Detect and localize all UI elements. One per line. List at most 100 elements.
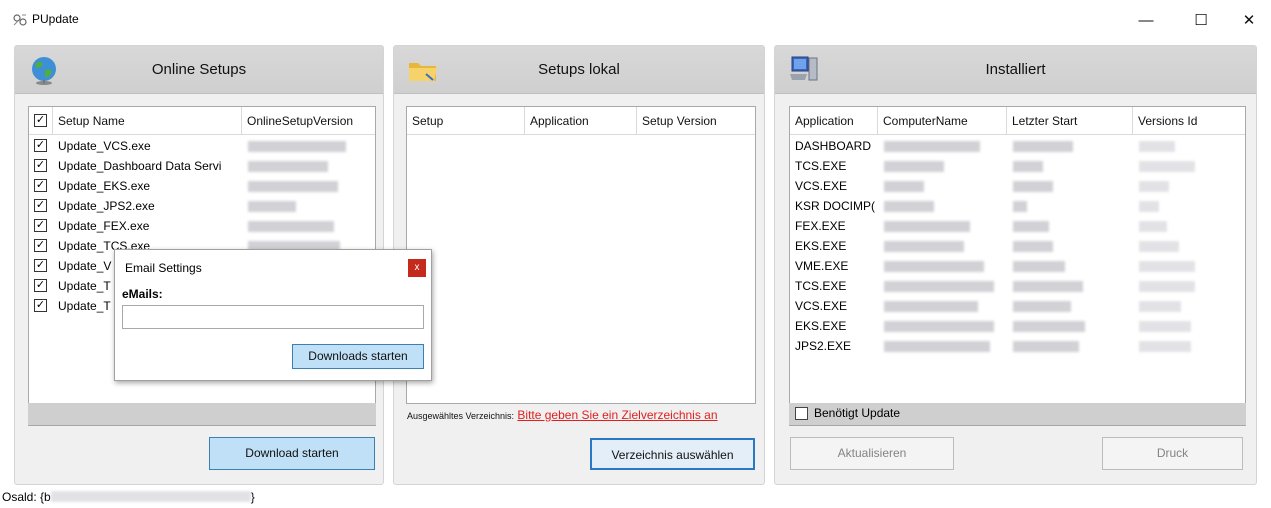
row-checkbox[interactable]: ✓ — [34, 299, 47, 312]
redacted-value — [248, 221, 334, 232]
select-all-header[interactable]: ✓ — [29, 107, 53, 135]
last-start-cell — [1007, 276, 1133, 296]
table-row[interactable]: VCS.EXE — [790, 176, 1245, 196]
redacted-value — [1139, 301, 1181, 312]
row-checkbox[interactable]: ✓ — [34, 279, 47, 292]
redacted-value — [1013, 301, 1071, 312]
row-checkbox[interactable]: ✓ — [34, 259, 47, 272]
minimize-button[interactable]: — — [1123, 0, 1169, 40]
computer-name-cell — [878, 156, 1007, 176]
local-setups-grid[interactable]: Setup Application Setup Version — [406, 106, 756, 404]
status-text: Osald: {b} — [2, 490, 255, 504]
column-header-setup-version[interactable]: Setup Version — [637, 107, 755, 135]
dialog-close-button[interactable]: x — [408, 259, 426, 277]
redacted-value — [1139, 321, 1191, 332]
version-id-cell — [1133, 296, 1245, 316]
app-icon — [13, 14, 27, 26]
computer-name-cell — [878, 336, 1007, 356]
redacted-value — [248, 141, 346, 152]
print-button[interactable]: Druck — [1102, 437, 1243, 470]
column-header-application[interactable]: Application — [790, 107, 878, 135]
redacted-value — [248, 181, 338, 192]
last-start-cell — [1007, 316, 1133, 336]
table-row[interactable]: ✓ Update_Dashboard Data Servi — [29, 156, 375, 176]
version-id-cell — [1133, 276, 1245, 296]
table-row[interactable]: VME.EXE — [790, 256, 1245, 276]
setup-name-cell: Update_EKS.exe — [58, 179, 151, 193]
last-start-cell — [1007, 256, 1133, 276]
needs-update-checkbox[interactable] — [795, 407, 808, 420]
computer-name-cell — [878, 236, 1007, 256]
column-header-version-id[interactable]: Versions Id — [1133, 107, 1245, 135]
redacted-value — [884, 261, 984, 272]
selected-directory-label: Ausgewähltes Verzeichnis: — [407, 411, 515, 421]
version-id-cell — [1133, 156, 1245, 176]
table-row[interactable]: FEX.EXE — [790, 216, 1245, 236]
table-row[interactable]: TCS.EXE — [790, 156, 1245, 176]
redacted-value — [1013, 181, 1053, 192]
application-cell: VME.EXE — [795, 259, 849, 273]
download-start-button[interactable]: Download starten — [209, 437, 375, 470]
online-setup-version-cell — [242, 156, 375, 176]
email-settings-dialog: Email Settings x eMails: Downloads start… — [114, 249, 432, 381]
installed-grid[interactable]: Application ComputerName Letzter Start V… — [789, 106, 1246, 426]
table-row[interactable]: ✓ Update_FEX.exe — [29, 216, 375, 236]
select-all-checkbox[interactable]: ✓ — [34, 114, 47, 127]
column-header-last-start[interactable]: Letzter Start — [1007, 107, 1133, 135]
last-start-cell — [1007, 336, 1133, 356]
version-id-cell — [1133, 176, 1245, 196]
selected-directory-link[interactable]: Bitte geben Sie ein Zielverzeichnis an — [517, 408, 717, 422]
application-cell: TCS.EXE — [795, 279, 847, 293]
emails-input[interactable] — [122, 305, 424, 329]
table-row[interactable]: TCS.EXE — [790, 276, 1245, 296]
column-header-application[interactable]: Application — [525, 107, 637, 135]
column-header-setup[interactable]: Setup — [407, 107, 525, 135]
choose-directory-button[interactable]: Verzeichnis auswählen — [590, 438, 755, 470]
column-header-computer-name[interactable]: ComputerName — [878, 107, 1007, 135]
refresh-button[interactable]: Aktualisieren — [790, 437, 954, 470]
computer-name-cell — [878, 136, 1007, 156]
row-checkbox[interactable]: ✓ — [34, 159, 47, 172]
row-checkbox[interactable]: ✓ — [34, 219, 47, 232]
panel-title: Online Setups — [151, 61, 247, 78]
table-row[interactable]: DASHBOARD — [790, 136, 1245, 156]
column-header-setup-name[interactable]: Setup Name — [53, 107, 242, 135]
last-start-cell — [1007, 136, 1133, 156]
grid-header: Application ComputerName Letzter Start V… — [790, 107, 1245, 135]
row-checkbox[interactable]: ✓ — [34, 179, 47, 192]
version-id-cell — [1133, 196, 1245, 216]
installed-panel: Installiert Application ComputerName Let… — [774, 45, 1257, 485]
online-setup-version-cell — [242, 176, 375, 196]
table-row[interactable]: KSR DOCIMP( — [790, 196, 1245, 216]
title-bar: PUpdate — ☐ ✕ — [0, 0, 1271, 40]
table-row[interactable]: EKS.EXE — [790, 236, 1245, 256]
row-checkbox[interactable]: ✓ — [34, 199, 47, 212]
close-button[interactable]: ✕ — [1226, 0, 1271, 40]
row-checkbox[interactable]: ✓ — [34, 239, 47, 252]
redacted-value — [884, 161, 944, 172]
application-cell: TCS.EXE — [795, 159, 847, 173]
setup-name-cell: Update_VCS.exe — [58, 139, 151, 153]
redacted-value — [1013, 221, 1049, 232]
table-row[interactable]: EKS.EXE — [790, 316, 1245, 336]
table-row[interactable]: ✓ Update_EKS.exe — [29, 176, 375, 196]
table-row[interactable]: ✓ Update_JPS2.exe — [29, 196, 375, 216]
row-checkbox[interactable]: ✓ — [34, 139, 47, 152]
computer-name-cell — [878, 196, 1007, 216]
column-header-online-setup-version[interactable]: OnlineSetupVersion — [242, 107, 375, 135]
downloads-start-button[interactable]: Downloads starten — [292, 344, 424, 369]
maximize-button[interactable]: ☐ — [1178, 0, 1224, 40]
computer-name-cell — [878, 296, 1007, 316]
table-row[interactable]: VCS.EXE — [790, 296, 1245, 316]
redacted-value — [1139, 161, 1195, 172]
redacted-value — [884, 221, 970, 232]
redacted-value — [1139, 201, 1159, 212]
table-row[interactable]: JPS2.EXE — [790, 336, 1245, 356]
grid-header: ✓ Setup Name OnlineSetupVersion — [29, 107, 375, 135]
table-row[interactable]: ✓ Update_VCS.exe — [29, 136, 375, 156]
redacted-id — [50, 491, 251, 502]
redacted-value — [1013, 201, 1027, 212]
version-id-cell — [1133, 316, 1245, 336]
redacted-value — [1013, 161, 1043, 172]
application-cell: JPS2.EXE — [795, 339, 852, 353]
